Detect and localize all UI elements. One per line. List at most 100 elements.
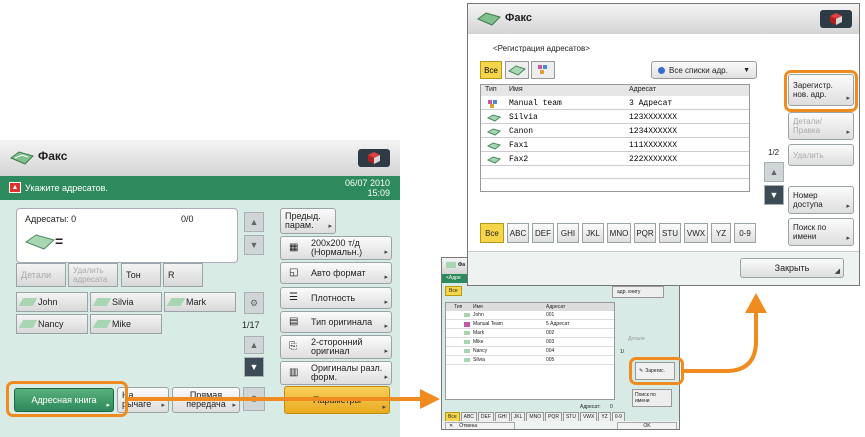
- close-button[interactable]: Закрыть ◢: [740, 258, 844, 278]
- contacts-scroll-up[interactable]: ▲: [244, 336, 264, 354]
- letter-tab[interactable]: YZ: [711, 223, 731, 243]
- quick-contact-silvia[interactable]: Silvia: [90, 292, 162, 312]
- mid-recipients-count: 0: [610, 404, 613, 410]
- resolution-button[interactable]: ▦ 200x200 т/д (Нормальн.) ▸: [280, 236, 392, 260]
- mid-all-tab[interactable]: Все: [445, 286, 462, 296]
- menu-cube-icon[interactable]: [820, 10, 852, 28]
- right-subtitle: <Регистрация адресатов>: [493, 44, 590, 53]
- table-row[interactable]: Fax1 111XXXXXXX: [481, 139, 749, 152]
- title-bar: Факс: [0, 140, 400, 176]
- mid-bottom-bar: ✕ Отмена OK: [442, 421, 679, 429]
- search-by-name-button[interactable]: Поиск по имени ▸: [788, 218, 854, 246]
- mid-cancel-button[interactable]: ✕ Отмена: [445, 422, 515, 429]
- letter-tab[interactable]: 0-9: [734, 223, 756, 243]
- group-icon: [464, 322, 470, 327]
- fax-icon: [166, 298, 186, 306]
- all-lists-dropdown[interactable]: Все списки адр. ▼: [651, 61, 757, 79]
- mid-subtitle: <Адре: [446, 275, 461, 281]
- fax-filter-icon[interactable]: [505, 61, 529, 79]
- table-row[interactable]: Manual team 3 Адресат: [481, 97, 749, 110]
- delete-button[interactable]: Удалить: [788, 144, 854, 166]
- paper-icon: ◱: [289, 267, 299, 278]
- tools-icon[interactable]: ⚙: [243, 387, 265, 411]
- table-row[interactable]: John 001: [446, 312, 614, 320]
- direct-send-button[interactable]: Прямая передача ▸: [172, 387, 240, 413]
- tone-button[interactable]: Тон: [121, 263, 161, 287]
- recipients-box[interactable]: Адресаты: 0 0/0 =: [16, 208, 238, 263]
- screen-title: Факс: [38, 149, 68, 163]
- table-row[interactable]: Nancy 004: [446, 348, 614, 356]
- mid-ok-button[interactable]: OK: [617, 422, 677, 429]
- arrow-icon: ▸: [382, 404, 386, 411]
- details-edit-button[interactable]: Детали/ Правка ▸: [788, 112, 854, 140]
- document-icon: ▤: [289, 316, 299, 327]
- address-book-highlight: [6, 381, 128, 417]
- letter-tab[interactable]: STU: [659, 223, 681, 243]
- duplex-button[interactable]: ⎘ 2-сторонний оригинал ▸: [280, 335, 392, 359]
- mixed-originals-button[interactable]: ▥ Оригиналы разл. форм. ▸: [280, 361, 392, 385]
- arrow-icon: ▸: [846, 203, 850, 210]
- table-row[interactable]: Silvia 123XXXXXXX: [481, 111, 749, 124]
- original-type-button[interactable]: ▤ Тип оригинала ▸: [280, 311, 392, 333]
- recipients-count: 0/0: [181, 214, 194, 224]
- mid-address-table: Тип Имя Адресат John 001 Manual Team 5 Адр…: [445, 302, 615, 400]
- table-header: Тип Имя Адресат: [481, 85, 749, 96]
- auto-format-button[interactable]: ◱ Авто формат ▸: [280, 262, 392, 284]
- table-row[interactable]: Mike 003: [446, 339, 614, 347]
- table-row[interactable]: Canon 1234XXXXXX: [481, 125, 749, 138]
- mid-details-button[interactable]: Детали: [628, 336, 645, 342]
- table-row[interactable]: Silvia 005: [446, 357, 614, 365]
- menu-cube-icon[interactable]: [358, 149, 390, 167]
- recipients-scroll-down[interactable]: ▼: [244, 235, 264, 255]
- mid-col-type: Тип: [454, 304, 463, 310]
- prev-settings-button[interactable]: Предыд. парам. ▸: [280, 208, 336, 234]
- mid-page-indicator: 1/: [620, 349, 625, 355]
- resize-corner-icon: ◢: [834, 268, 840, 275]
- arrow-icon: ▸: [384, 374, 388, 381]
- options-button[interactable]: Параметры ▸: [284, 386, 390, 414]
- fax-icon: [464, 349, 470, 353]
- table-scroll-up[interactable]: ▲: [764, 162, 784, 182]
- arrow-icon: ▸: [232, 402, 236, 409]
- mid-title: Фа: [458, 262, 466, 268]
- density-button[interactable]: ☰ Плотность ▸: [280, 287, 392, 309]
- letter-tab[interactable]: GHI: [557, 223, 579, 243]
- col-type: Тип: [485, 86, 497, 93]
- arrow-icon: ▸: [384, 299, 388, 306]
- letter-tab[interactable]: Все: [480, 223, 504, 243]
- contacts-scroll-down[interactable]: ▼: [244, 357, 264, 377]
- mid-search-button[interactable]: Поиск по имени: [632, 389, 672, 407]
- all-tab[interactable]: Все: [480, 61, 502, 79]
- quick-contact-nancy[interactable]: Nancy: [16, 314, 88, 334]
- table-row[interactable]: Fax2 222XXXXXXX: [481, 153, 749, 166]
- quick-contact-mike[interactable]: Mike: [90, 314, 162, 334]
- close-icon: ✕: [449, 423, 454, 429]
- quick-contacts-settings-icon[interactable]: ⚙: [244, 292, 264, 314]
- letter-tab[interactable]: ABC: [507, 223, 529, 243]
- delete-recipient-button[interactable]: Удалить адресата: [68, 263, 118, 287]
- group-filter-icon[interactable]: [531, 61, 555, 79]
- letter-tab[interactable]: JKL: [582, 223, 604, 243]
- access-number-button[interactable]: Номер доступа ▸: [788, 186, 854, 214]
- quick-contact-john[interactable]: John: [16, 292, 88, 312]
- right-title-bar: Факс: [468, 4, 859, 34]
- table-row[interactable]: Manual Team 5 Адресат: [446, 321, 614, 329]
- mid-book-button[interactable]: адр. книгу: [612, 286, 664, 298]
- letter-tab[interactable]: DEF: [532, 223, 554, 243]
- quick-contact-mark[interactable]: Mark: [164, 292, 236, 312]
- details-button[interactable]: Детали: [16, 263, 66, 287]
- letter-tab[interactable]: PQR: [634, 223, 656, 243]
- date-label: 06/07 2010: [344, 178, 390, 188]
- table-scroll-down[interactable]: ▼: [764, 185, 784, 205]
- mid-col-address: Адресат: [546, 304, 566, 310]
- right-register-screen: Факс <Регистрация адресатов> Все Все спи…: [467, 3, 860, 286]
- recipients-scroll-up[interactable]: ▲: [244, 212, 264, 232]
- fax-icon: [92, 298, 112, 306]
- address-table: Тип Имя Адресат Manual team 3 Адресат Si…: [480, 84, 750, 192]
- letter-tab[interactable]: MNO: [607, 223, 631, 243]
- r-button[interactable]: R: [163, 263, 203, 287]
- letter-tab[interactable]: VWX: [684, 223, 708, 243]
- col-name: Имя: [509, 86, 523, 93]
- fax-icon: [464, 331, 470, 335]
- table-row[interactable]: Mark 002: [446, 330, 614, 338]
